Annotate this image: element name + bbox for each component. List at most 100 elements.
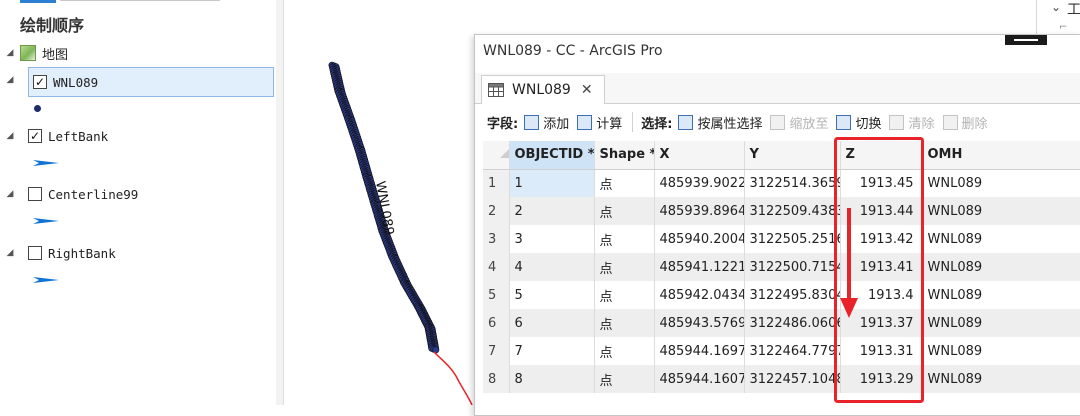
- expand-triangle-icon[interactable]: ◢: [4, 248, 16, 258]
- x-cell[interactable]: 485939.9022: [654, 169, 745, 197]
- table-row[interactable]: 7 7 点 485944.1697 3122464.7797 1913.31 WNL089: [483, 337, 1080, 365]
- clear-selection-button[interactable]: 清除: [889, 113, 935, 132]
- chevron-down-icon[interactable]: ⌄: [1051, 0, 1061, 14]
- row-number-cell[interactable]: 5: [483, 281, 510, 309]
- objectid-cell[interactable]: 2: [509, 197, 595, 225]
- z-cell[interactable]: 1913.37: [840, 309, 923, 337]
- x-cell[interactable]: 485939.8964: [654, 197, 745, 225]
- minimize-button[interactable]: [1005, 35, 1047, 45]
- layer-checkbox[interactable]: ✓: [33, 75, 47, 89]
- z-cell[interactable]: 1913.29: [840, 365, 923, 393]
- omh-cell[interactable]: WNL089: [922, 197, 1080, 225]
- drag-handle-icon[interactable]: ⌐: [1059, 22, 1067, 33]
- tree-item-leftbank[interactable]: ◢ ✓ LeftBank: [0, 121, 270, 151]
- layer-checkbox[interactable]: [28, 187, 42, 201]
- x-cell[interactable]: 485940.2004: [654, 225, 745, 253]
- row-number-cell[interactable]: 6: [483, 309, 510, 337]
- tree-item-centerline99[interactable]: ◢ Centerline99: [0, 179, 270, 209]
- layer-checkbox[interactable]: [28, 246, 42, 260]
- table-row[interactable]: 2 2 点 485939.8964 3122509.4383 1913.44 WNL089: [483, 197, 1080, 225]
- y-cell[interactable]: 3122464.7797: [744, 337, 841, 365]
- column-header-z[interactable]: Z: [840, 141, 923, 170]
- objectid-cell[interactable]: 6: [509, 309, 595, 337]
- tree-item-map[interactable]: ◢ 地图: [0, 38, 270, 68]
- z-cell[interactable]: 1913.41: [840, 253, 923, 281]
- expand-triangle-icon[interactable]: ◢: [4, 48, 16, 58]
- expand-triangle-icon[interactable]: ◢: [4, 75, 16, 85]
- calculate-button[interactable]: 计算: [577, 113, 622, 132]
- z-cell[interactable]: 1913.4: [840, 281, 923, 309]
- x-cell[interactable]: 485944.1697: [654, 337, 745, 365]
- tree-item-rightbank[interactable]: ◢ RightBank: [0, 238, 270, 268]
- objectid-cell[interactable]: 3: [509, 225, 595, 253]
- objectid-cell[interactable]: 8: [509, 365, 595, 393]
- shape-cell[interactable]: 点: [594, 309, 655, 337]
- expand-triangle-icon[interactable]: ◢: [4, 131, 16, 141]
- omh-cell[interactable]: WNL089: [922, 281, 1080, 309]
- select-by-attributes-button[interactable]: 按属性选择: [678, 113, 762, 132]
- x-cell[interactable]: 485943.5769: [654, 309, 745, 337]
- select-by-attributes-icon: [678, 114, 694, 130]
- omh-cell[interactable]: WNL089: [922, 169, 1080, 197]
- select-all-corner[interactable]: [483, 141, 510, 170]
- tree-item-wnl089[interactable]: ✓ WNL089: [28, 67, 274, 97]
- column-header-objectid[interactable]: OBJECTID *: [509, 141, 595, 170]
- y-cell[interactable]: 3122509.4383: [744, 197, 841, 225]
- layer-checkbox[interactable]: ✓: [28, 129, 42, 143]
- row-number-cell[interactable]: 7: [483, 337, 510, 365]
- y-cell[interactable]: 3122514.3659: [744, 169, 841, 197]
- omh-cell[interactable]: WNL089: [922, 365, 1080, 393]
- z-cell[interactable]: 1913.45: [840, 169, 923, 197]
- shape-cell[interactable]: 点: [594, 365, 655, 393]
- objectid-cell[interactable]: 4: [509, 253, 595, 281]
- expand-triangle-icon[interactable]: ◢: [4, 189, 16, 199]
- shape-cell[interactable]: 点: [594, 169, 655, 197]
- table-row[interactable]: 3 3 点 485940.2004 3122505.2516 1913.42 WNL089: [483, 225, 1080, 253]
- objectid-cell[interactable]: 7: [509, 337, 595, 365]
- omh-cell[interactable]: WNL089: [922, 253, 1080, 281]
- column-header-x[interactable]: X: [654, 141, 745, 170]
- zoom-to-button[interactable]: 缩放至: [770, 113, 828, 132]
- add-field-button[interactable]: 添加: [524, 113, 569, 132]
- row-number-cell[interactable]: 1: [483, 169, 510, 197]
- column-header-omh[interactable]: OMH: [922, 141, 1080, 170]
- y-cell[interactable]: 3122457.1048: [744, 365, 841, 393]
- row-number-cell[interactable]: 3: [483, 225, 510, 253]
- column-header-shape[interactable]: Shape *: [594, 141, 655, 170]
- omh-cell[interactable]: WNL089: [922, 337, 1080, 365]
- row-number-cell[interactable]: 8: [483, 365, 510, 393]
- omh-cell[interactable]: WNL089: [922, 225, 1080, 253]
- z-cell[interactable]: 1913.31: [840, 337, 923, 365]
- close-icon[interactable]: ✕: [581, 82, 593, 98]
- table-row[interactable]: 4 4 点 485941.1221 3122500.7154 1913.41 WNL089: [483, 253, 1080, 281]
- y-cell[interactable]: 3122486.0606: [744, 309, 841, 337]
- table-row[interactable]: 8 8 点 485944.1607 3122457.1048 1913.29 WNL089: [483, 365, 1080, 393]
- shape-cell[interactable]: 点: [594, 253, 655, 281]
- tab-wnl089[interactable]: WNL089 ✕: [481, 75, 605, 104]
- shape-cell[interactable]: 点: [594, 197, 655, 225]
- delete-selection-button[interactable]: 删除: [942, 113, 988, 132]
- shape-cell[interactable]: 点: [594, 337, 655, 365]
- objectid-cell[interactable]: 5: [509, 281, 595, 309]
- z-cell[interactable]: 1913.44: [840, 197, 923, 225]
- y-cell[interactable]: 3122505.2516: [744, 225, 841, 253]
- row-number-cell[interactable]: 4: [483, 253, 510, 281]
- objectid-cell[interactable]: 1: [509, 169, 595, 197]
- z-cell[interactable]: 1913.42: [840, 225, 923, 253]
- pane-tab-indicator[interactable]: [20, 0, 56, 3]
- x-cell[interactable]: 485942.0434: [654, 281, 745, 309]
- y-cell[interactable]: 3122500.7154: [744, 253, 841, 281]
- shape-cell[interactable]: 点: [594, 225, 655, 253]
- x-cell[interactable]: 485941.1221: [654, 253, 745, 281]
- row-number-cell[interactable]: 2: [483, 197, 510, 225]
- column-header-y[interactable]: Y: [744, 141, 841, 170]
- table-row[interactable]: 5 5 点 485942.0434 3122495.8304 1913.4 WNL089: [483, 281, 1080, 309]
- shape-cell[interactable]: 点: [594, 281, 655, 309]
- x-cell[interactable]: 485944.1607: [654, 365, 745, 393]
- switch-selection-button[interactable]: 切换: [836, 113, 881, 132]
- omh-cell[interactable]: WNL089: [922, 309, 1080, 337]
- y-cell[interactable]: 3122495.8304: [744, 281, 841, 309]
- table-row[interactable]: 6 6 点 485943.5769 3122486.0606 1913.37 WNL089: [483, 309, 1080, 337]
- pane-splitter[interactable]: [276, 0, 284, 405]
- table-row[interactable]: 1 1 点 485939.9022 3122514.3659 1913.45 WNL089: [483, 169, 1080, 197]
